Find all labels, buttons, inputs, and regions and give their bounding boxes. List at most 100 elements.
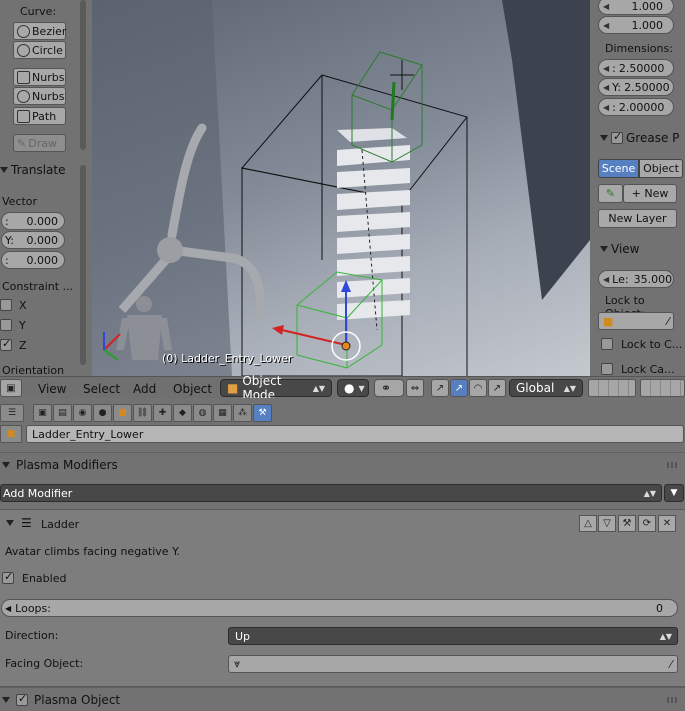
constraint-x-checkbox[interactable] — [0, 299, 12, 311]
layer-buttons-row-2[interactable] — [640, 379, 685, 397]
tab-object-props[interactable]: ■ — [113, 404, 132, 422]
view-menu[interactable]: View — [38, 382, 66, 396]
tab-texture[interactable]: ▦ — [213, 404, 232, 422]
add-nurbs-curve-button[interactable]: Nurbs — [13, 68, 66, 86]
object-cube-icon: ■ — [603, 314, 614, 328]
tab-world[interactable]: ● — [93, 404, 112, 422]
move-down-button[interactable]: ▽ — [598, 515, 616, 532]
tab-scene[interactable]: Scene — [598, 159, 639, 178]
view-panel-header[interactable]: View — [600, 239, 639, 259]
grease-pencil-icon-button[interactable]: ✎ — [598, 184, 623, 203]
lock-to-cursor-checkbox[interactable] — [601, 338, 613, 350]
add-modifier-dropdown[interactable]: Add Modifier ▲▼ — [0, 484, 662, 502]
tab-layers[interactable]: ▤ — [53, 404, 72, 422]
remove-modifier-button[interactable]: ✕ — [658, 515, 676, 532]
translate-arrow-icon: ↗ — [435, 382, 445, 394]
tool-shelf-scrollbar[interactable] — [80, 0, 86, 150]
apply-modifier-button[interactable]: ⚒ — [618, 515, 636, 532]
circle-icon — [17, 43, 30, 57]
manipulator-toggle[interactable]: ⇔ — [406, 379, 424, 397]
plasma-object-checkbox[interactable] — [16, 692, 28, 706]
rotate-manipulator-button[interactable]: ↗ — [450, 379, 468, 397]
object-origin-dot — [341, 341, 351, 351]
panel-collapse-icon — [2, 461, 10, 468]
direction-dropdown[interactable]: Up ▲▼ — [228, 627, 678, 645]
add-circle-button[interactable]: Circle — [13, 41, 66, 59]
tab-constraints[interactable]: ⛓ — [133, 404, 152, 422]
dimension-x-field[interactable]: ◀:2.50000 — [598, 59, 674, 77]
translate-manipulator-button[interactable]: ↗ — [431, 379, 449, 397]
eyedropper-icon[interactable]: ⁄ — [667, 315, 669, 328]
tab-render[interactable]: ▣ — [33, 404, 52, 422]
curve-manipulator-button[interactable]: ◠ — [469, 379, 487, 397]
plasma-modifiers-header[interactable]: Plasma Modifiers — [0, 452, 685, 476]
properties-editor-type-button[interactable]: ☰ — [0, 404, 24, 422]
add-menu[interactable]: Add — [133, 382, 156, 396]
eyedropper-icon[interactable]: ⁄ — [670, 658, 672, 671]
pencil-icon: ✎ — [17, 136, 27, 150]
plasma-icon: ⚒ — [258, 408, 267, 418]
plasma-object-header[interactable]: Plasma Object — [0, 687, 685, 711]
tab-plasma[interactable]: ⚒ — [253, 404, 272, 422]
move-up-button[interactable]: △ — [579, 515, 597, 532]
select-menu[interactable]: Select — [83, 382, 120, 396]
pivot-icon: ⚭ — [381, 381, 392, 395]
close-icon: ✕ — [662, 518, 672, 529]
reset-modifier-button[interactable]: ⟳ — [638, 515, 656, 532]
modifier-specials-button[interactable]: ▼ — [664, 484, 684, 502]
3d-viewport[interactable]: (0) Ladder_Entry_Lower — [92, 0, 590, 376]
panel-collapse-icon — [2, 696, 10, 703]
lock-camera-checkbox[interactable] — [601, 363, 613, 375]
dimension-y-field[interactable]: ◀ Y: 2.50000 — [598, 78, 674, 96]
vector-z-field[interactable]: :0.000 — [1, 251, 65, 269]
viewport-shading-dropdown[interactable]: ● ▼ — [337, 379, 369, 397]
loops-field[interactable]: ◀ Loops: 0 — [1, 599, 678, 617]
editor-type-button[interactable]: ▣ — [0, 379, 22, 397]
vector-y-field[interactable]: Y: 0.000 — [1, 231, 65, 249]
texture-icon: ▦ — [218, 408, 227, 418]
panel-collapse-icon — [600, 135, 608, 141]
facing-object-field[interactable]: ⩔ ⁄ — [228, 655, 678, 673]
add-nurbs-circle-button[interactable]: Nurbs — [13, 87, 66, 105]
mode-dropdown[interactable]: ■ Object Mode ▲▼ — [220, 374, 332, 402]
drag-handle-icon[interactable] — [667, 697, 679, 703]
draw-button[interactable]: ✎ Draw — [13, 134, 66, 152]
new-grease-pencil-button[interactable]: + New — [623, 184, 677, 203]
vector-x-field[interactable]: :0.000 — [1, 212, 65, 230]
pivot-point-dropdown[interactable]: ⚭ — [374, 379, 404, 397]
object-name-field[interactable]: Ladder_Entry_Lower — [26, 425, 684, 443]
scale-x-field[interactable]: ◀ 1.000 — [598, 0, 674, 15]
panel-collapse-icon — [0, 167, 8, 173]
tab-modifiers[interactable]: ✚ — [153, 404, 172, 422]
tab-material[interactable]: ◍ — [193, 404, 212, 422]
grease-pencil-checkbox[interactable] — [611, 130, 623, 144]
dimension-z-field[interactable]: ◀:2.00000 — [598, 98, 674, 116]
lock-object-field[interactable]: ■ ⁄ — [598, 312, 674, 330]
modifier-collapse-icon[interactable] — [6, 520, 14, 526]
add-bezier-button[interactable]: Bezier — [13, 22, 66, 40]
add-path-button[interactable]: Path — [13, 107, 66, 125]
grease-pencil-panel-header[interactable]: Grease P — [600, 128, 679, 148]
tab-physics[interactable]: ⁂ — [233, 404, 252, 422]
enabled-checkbox[interactable] — [2, 570, 14, 584]
layer-buttons-row-1[interactable] — [588, 379, 636, 397]
decrement-icon: ◀ — [603, 274, 610, 284]
tab-object[interactable]: Object — [639, 159, 683, 178]
scale-manipulator-button[interactable]: ↗ — [488, 379, 506, 397]
constraint-z-checkbox[interactable] — [0, 337, 12, 351]
new-layer-button[interactable]: New Layer — [598, 209, 677, 228]
lens-field[interactable]: ◀ Le: 35.000 — [598, 270, 674, 288]
tab-scene-props[interactable]: ◉ — [73, 404, 92, 422]
drag-handle-icon[interactable] — [667, 462, 679, 468]
translate-panel-header[interactable]: Translate — [0, 160, 66, 180]
object-menu[interactable]: Object — [173, 382, 212, 396]
curve-icon: ◠ — [473, 382, 483, 394]
scale-y-field[interactable]: ◀ 1.000 — [598, 16, 674, 34]
viewport-scene — [92, 0, 590, 376]
transform-orientation-dropdown[interactable]: Global ▲▼ — [509, 379, 583, 397]
decrement-icon: ◀ — [603, 20, 610, 30]
physics-icon: ⁂ — [238, 408, 247, 418]
operator-panel-scrollbar[interactable] — [80, 165, 86, 365]
constraint-y-checkbox[interactable] — [0, 319, 12, 331]
tab-data[interactable]: ◆ — [173, 404, 192, 422]
